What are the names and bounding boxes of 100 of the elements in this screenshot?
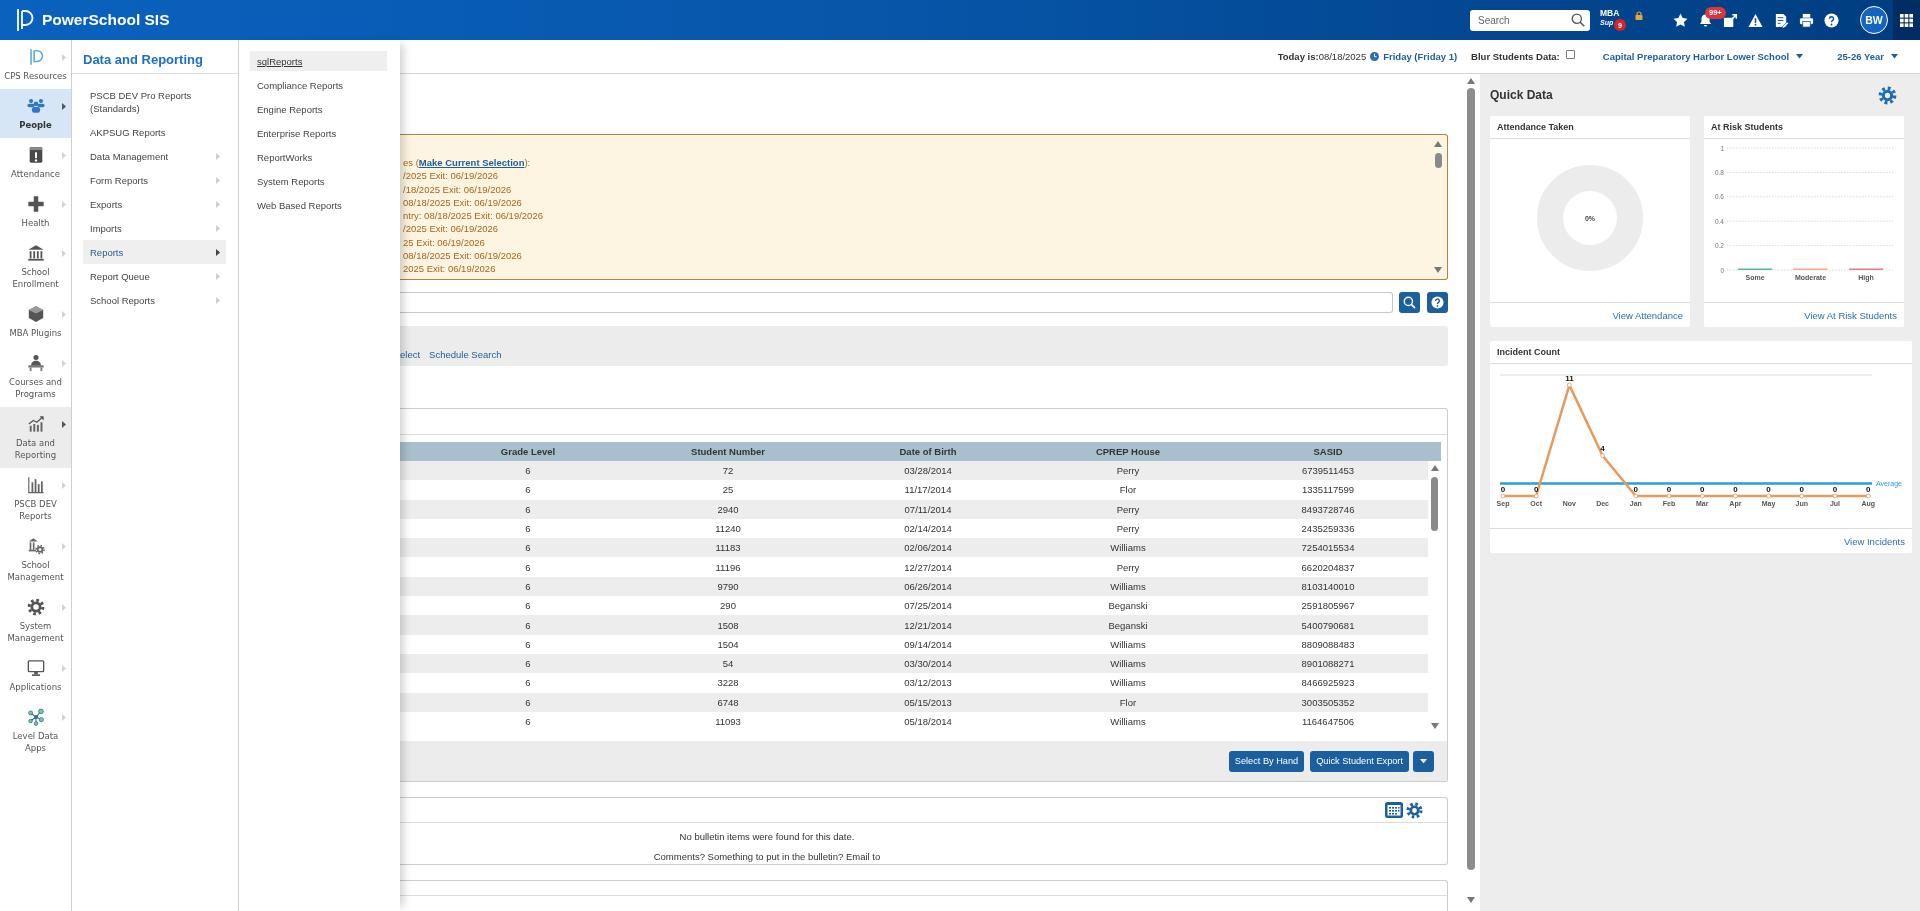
avatar-button[interactable]: BW <box>1860 6 1888 34</box>
scrollbar-thumb[interactable] <box>1467 88 1475 870</box>
table-cell-text: 1508 <box>716 619 740 631</box>
nav-item[interactable]: Data and Reporting <box>0 407 71 468</box>
scroll-down-icon[interactable] <box>1430 723 1439 730</box>
search-field[interactable]: Search <box>1470 9 1590 31</box>
app-switcher-button[interactable] <box>1893 0 1920 40</box>
submenu-item[interactable]: System Reports <box>250 171 387 191</box>
table-cell-text: 5400790681 <box>1300 619 1356 631</box>
table-cell-text: 6 <box>524 503 532 515</box>
caret-right-icon <box>62 250 66 257</box>
table-cell-text: 1504 <box>716 638 740 650</box>
table-cell-text: 6739511453 <box>1300 465 1356 477</box>
menu-item[interactable]: School Reports <box>83 288 226 312</box>
help-button[interactable] <box>1427 292 1448 313</box>
column-header[interactable]: SASID <box>1228 446 1428 457</box>
submenu-item[interactable]: sqlReports <box>250 51 387 71</box>
scroll-up-icon[interactable] <box>1467 78 1475 84</box>
star-icon[interactable] <box>1673 12 1688 28</box>
submenu-item[interactable]: Web Based Reports <box>250 195 387 215</box>
warning-icon[interactable] <box>1748 12 1763 28</box>
search-button[interactable] <box>1399 292 1420 313</box>
menu-item[interactable]: PSCB DEV Pro Reports (Standards) <box>83 84 226 120</box>
column-header[interactable]: CPREP House <box>1028 446 1228 457</box>
settings-icon[interactable] <box>1878 85 1897 105</box>
scroll-down-icon[interactable] <box>1434 267 1442 273</box>
table-cell-text: Williams <box>1109 542 1147 554</box>
menu-item[interactable]: Report Queue <box>83 264 226 288</box>
table-cell-text: 6 <box>524 465 532 477</box>
action-button[interactable]: Select By Hand <box>1228 750 1305 772</box>
app-title: PowerSchool SIS <box>42 11 170 29</box>
medical-cross-icon <box>26 195 45 213</box>
submenu-item[interactable]: Compliance Reports <box>250 75 387 95</box>
table-cell-text: Perry <box>1115 503 1141 515</box>
table-cell-text: 6 <box>524 580 532 592</box>
chart-trend-icon <box>26 415 45 433</box>
data-point <box>1600 453 1605 459</box>
search-option-link[interactable]: Schedule Search <box>429 348 502 362</box>
menu-item[interactable]: Form Reports <box>83 168 226 192</box>
bulletin-message: No bulletin items were found for this date. <box>679 830 855 845</box>
scroll-up-icon[interactable] <box>1434 141 1442 147</box>
document-edit-icon[interactable] <box>1774 12 1789 28</box>
table-cell-text: 6 <box>524 523 532 535</box>
scroll-down-icon[interactable] <box>1467 897 1475 903</box>
menu-item[interactable]: Reports <box>83 240 226 264</box>
student-search-field[interactable] <box>400 292 1393 313</box>
submenu-item[interactable]: Engine Reports <box>250 99 387 119</box>
calendar-icon[interactable] <box>1385 802 1403 819</box>
data-label: 0 <box>1865 484 1871 494</box>
view-at-risk-link[interactable]: View At Risk Students <box>1804 309 1897 321</box>
menu-item[interactable]: Data Management <box>83 144 226 168</box>
enrollment-line: 08/18/2025 Exit: 06/19/2026 <box>403 195 522 210</box>
clock-icon <box>1370 52 1380 61</box>
table-cell-text: 12/27/2014 <box>903 561 953 573</box>
table-cell-text: 72 <box>721 465 735 477</box>
year-selector[interactable]: 25-26 Year <box>1837 51 1898 62</box>
column-header[interactable]: Date of Birth <box>828 446 1028 457</box>
table-cell-text: Beganski <box>1107 600 1149 612</box>
scroll-up-icon[interactable] <box>1430 465 1439 471</box>
caret-right-icon <box>62 103 66 110</box>
submenu-item[interactable]: ReportWorks <box>250 147 387 167</box>
table-cell-text: 25 <box>721 484 735 496</box>
table-cell-text: Williams <box>1109 580 1147 592</box>
menu-item[interactable]: AKPSUG Reports <box>83 120 226 144</box>
table-cell-text: 6 <box>524 638 532 650</box>
table-cell-text: 11240 <box>714 523 742 535</box>
printer-icon[interactable] <box>1799 12 1814 28</box>
table-cell-text: 07/11/2014 <box>903 503 953 515</box>
search-option-link[interactable]: elect <box>400 348 421 362</box>
table-cell-text: 6 <box>524 658 532 670</box>
table-cell-text: 12/21/2014 <box>903 619 953 631</box>
help-icon[interactable] <box>1824 12 1839 28</box>
school-selector[interactable]: Capital Preparatory Harbor Lower School <box>1602 51 1804 62</box>
caret-right-icon <box>62 482 66 489</box>
view-incidents-link[interactable]: View Incidents <box>1843 535 1905 547</box>
box-arrow-icon[interactable] <box>1723 12 1738 28</box>
column-header[interactable]: Grade Level <box>428 446 628 457</box>
more-actions-button[interactable] <box>1413 750 1434 772</box>
network-icon <box>26 708 45 726</box>
menu-item[interactable]: Exports <box>83 192 226 216</box>
action-button[interactable]: Quick Student Export <box>1310 750 1409 772</box>
table-cell-text: 05/15/2013 <box>903 696 953 708</box>
scrollbar-thumb[interactable] <box>1431 477 1438 531</box>
blur-checkbox[interactable] <box>1565 50 1575 59</box>
day-link[interactable]: Friday (Friday 1) <box>1383 51 1458 62</box>
monitor-icon <box>26 659 45 677</box>
column-header[interactable]: Student Number <box>628 446 828 457</box>
view-attendance-link[interactable]: View Attendance <box>1612 309 1683 321</box>
data-label: 0 <box>1799 484 1805 494</box>
menu-item[interactable]: Imports <box>83 216 226 240</box>
submenu-item[interactable]: Enterprise Reports <box>250 123 387 143</box>
table-cell-text: Beganski <box>1107 619 1149 631</box>
table-cell-text: 6 <box>524 484 532 496</box>
scrollbar-thumb[interactable] <box>1434 153 1442 168</box>
bulletin-comments: Comments? Something to put in the bulletin? Email to <box>653 850 881 865</box>
settings-icon[interactable] <box>1406 801 1423 819</box>
table-cell-text: 03/30/2014 <box>903 658 953 670</box>
enrollment-line: 25 Exit: 06/19/2026 <box>403 235 485 250</box>
nav-item[interactable]: People <box>0 89 71 138</box>
search-icon[interactable] <box>1571 13 1585 27</box>
